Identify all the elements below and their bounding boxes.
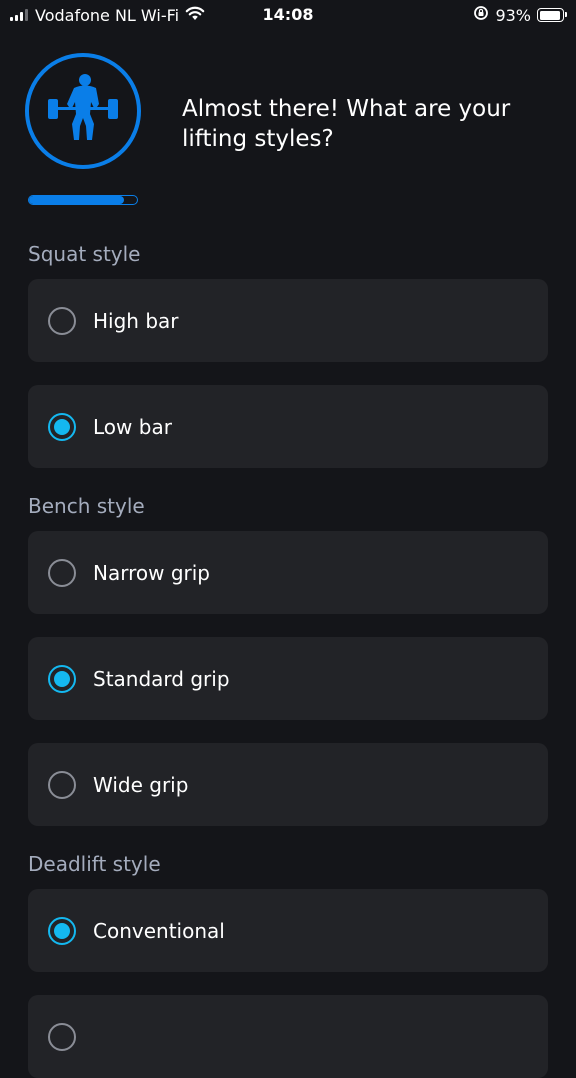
radio-button[interactable] — [48, 664, 76, 693]
option-partially-visible[interactable] — [28, 995, 548, 1078]
page-title: Almost there! What are your lifting styl… — [182, 96, 511, 152]
option-conventional[interactable]: Conventional — [28, 889, 548, 972]
radio-button[interactable] — [48, 770, 76, 799]
option-low-bar[interactable]: Low bar — [28, 385, 548, 468]
option-label: Low bar — [93, 414, 172, 439]
weightlifter-icon — [24, 52, 142, 170]
radio-button[interactable] — [48, 412, 76, 441]
orientation-lock-icon — [473, 5, 489, 25]
option-label: Wide grip — [93, 772, 189, 797]
option-label: High bar — [93, 308, 179, 333]
option-standard-grip[interactable]: Standard grip — [28, 637, 548, 720]
section-title-deadlift: Deadlift style — [28, 852, 161, 876]
radio-button[interactable] — [48, 1022, 76, 1051]
onboarding-progress-bar — [28, 195, 138, 205]
battery-fill — [539, 10, 560, 20]
option-label: Narrow grip — [93, 560, 210, 585]
status-bar: Vodafone NL Wi-Fi 14:08 93% — [0, 0, 576, 30]
option-label: Conventional — [93, 918, 225, 943]
option-high-bar[interactable]: High bar — [28, 279, 548, 362]
section-title-squat: Squat style — [28, 242, 141, 266]
radio-button[interactable] — [48, 558, 76, 587]
progress-fill — [29, 196, 125, 204]
option-narrow-grip[interactable]: Narrow grip — [28, 531, 548, 614]
radio-button[interactable] — [48, 306, 76, 335]
option-wide-grip[interactable]: Wide grip — [28, 743, 548, 826]
section-title-bench: Bench style — [28, 494, 145, 518]
status-right: 93% — [473, 5, 567, 25]
radio-button[interactable] — [48, 916, 76, 945]
option-label: Standard grip — [93, 666, 230, 691]
battery-icon — [537, 8, 567, 22]
battery-percent: 93% — [495, 5, 531, 25]
